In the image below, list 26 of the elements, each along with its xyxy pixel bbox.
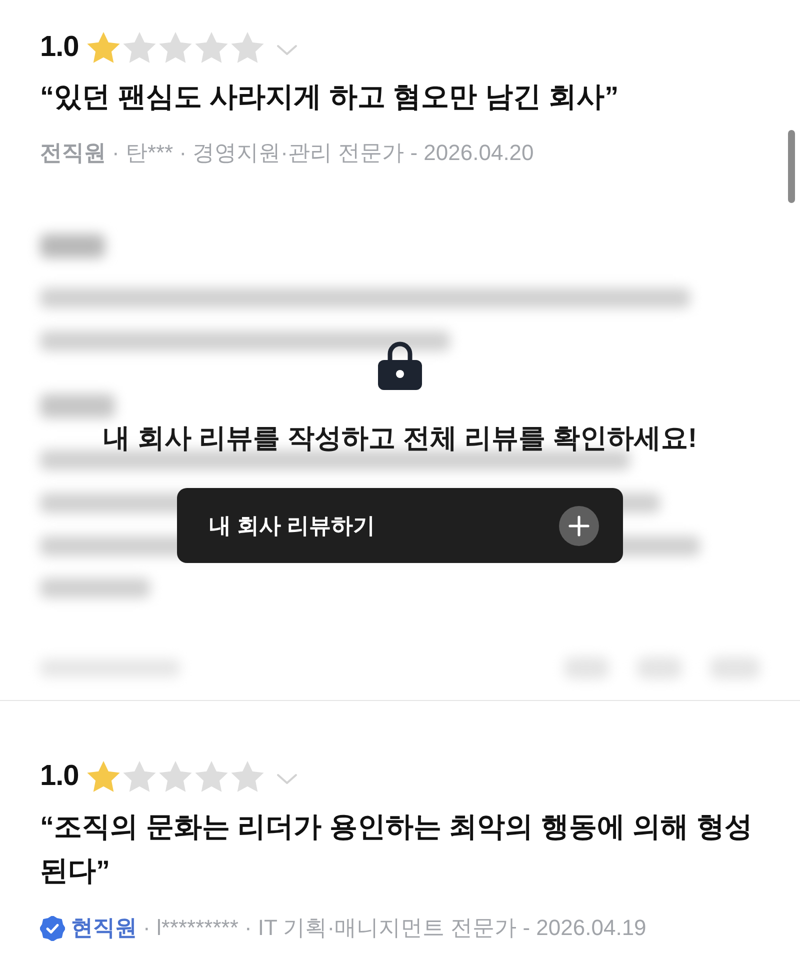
star-icon xyxy=(194,760,228,792)
star-icon xyxy=(86,760,120,792)
chevron-down-icon[interactable] xyxy=(276,772,298,786)
star-icon xyxy=(122,760,156,792)
rating-value: 1.0 xyxy=(40,762,79,790)
review-title: “있던 팬심도 사라지게 하고 혐오만 남긴 회사” xyxy=(40,80,620,114)
star-icon xyxy=(158,32,192,62)
star-icon xyxy=(230,760,264,792)
review-meta: · 탄*** · 경영지원·관리 전문가 - 2026.04.20 xyxy=(112,139,534,167)
employment-status: 현직원 xyxy=(71,914,137,942)
review-title: “조직의 문화는 리더가 용인하는 최악의 행동에 의해 형성된다” xyxy=(40,810,754,888)
rating-value: 1.0 xyxy=(40,32,79,62)
star-icon xyxy=(86,32,120,62)
scrollbar-thumb[interactable] xyxy=(788,130,795,203)
chevron-down-icon[interactable] xyxy=(276,43,298,57)
star-icon xyxy=(230,32,264,62)
verified-badge-icon xyxy=(40,916,65,940)
star-icon xyxy=(122,32,156,62)
plus-icon xyxy=(559,506,599,546)
star-icon xyxy=(158,760,192,792)
unlock-message: 내 회사 리뷰를 작성하고 전체 리뷰를 확인하세요! xyxy=(103,422,697,455)
employment-status: 전직원 xyxy=(40,139,106,167)
review-meta: · l********* · IT 기획·매니지먼트 전문가 - 2026.04.19 xyxy=(143,914,646,942)
write-review-button[interactable]: 내 회사 리뷰하기 xyxy=(177,488,623,563)
star-icon xyxy=(194,32,228,62)
lock-icon xyxy=(378,340,422,390)
